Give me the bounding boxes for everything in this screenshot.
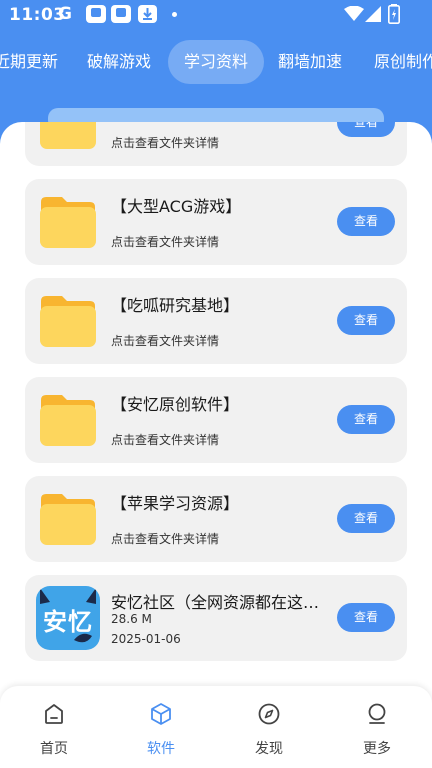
view-button[interactable]: 查看 [337, 504, 395, 533]
file-list: 点击查看文件夹详情 查看 【大型ACG游戏】 点击查看文件夹详情 查看 【吃呱研… [0, 122, 432, 768]
app-logo-icon: 安忆 [36, 586, 100, 650]
app-title: 安忆社区（全网资源都在这里） [111, 593, 333, 612]
nav-more-label: 更多 [363, 741, 391, 757]
profile-icon [368, 703, 386, 724]
download-icon [138, 5, 157, 23]
folder-subtitle: 点击查看文件夹详情 [111, 235, 220, 249]
nav-software[interactable]: 软件 [121, 686, 201, 768]
tab-cracked-games[interactable]: 破解游戏 [87, 40, 151, 84]
nav-home-label: 首页 [40, 741, 68, 757]
app-date: 2025-01-06 [111, 632, 181, 646]
app-notification-icon [111, 5, 131, 23]
tab-recent-updates[interactable]: 近期更新 [0, 40, 58, 84]
folder-title: 【吃呱研究基地】 [111, 296, 240, 315]
bottom-navigation: 首页 软件 发现 更多 [0, 686, 432, 768]
tab-study-materials[interactable]: 学习资料 [168, 40, 265, 84]
nav-software-label: 软件 [147, 741, 175, 757]
folder-card[interactable]: 【吃呱研究基地】 点击查看文件夹详情 查看 [25, 278, 407, 364]
notification-dot-icon [172, 12, 177, 17]
compass-icon [258, 703, 280, 725]
folder-icon [40, 197, 96, 248]
app-card[interactable]: 安忆 安忆社区（全网资源都在这里） 28.6 M 2025-01-06 查看 [25, 575, 407, 661]
app-logo-text: 安忆 [43, 608, 93, 636]
folder-icon [40, 296, 96, 347]
folder-card[interactable]: 【苹果学习资源】 点击查看文件夹详情 查看 [25, 476, 407, 562]
nav-more[interactable]: 更多 [337, 686, 417, 768]
folder-card[interactable]: 【大型ACG游戏】 点击查看文件夹详情 查看 [25, 179, 407, 265]
view-button[interactable]: 查看 [337, 122, 395, 137]
app-notification-icon [86, 5, 106, 23]
status-bar: 11:03 G [0, 0, 432, 30]
folder-icon [40, 122, 96, 149]
battery-icon [388, 4, 400, 24]
folder-card[interactable]: 【安忆原创软件】 点击查看文件夹详情 查看 [25, 377, 407, 463]
app-size: 28.6 M [111, 612, 152, 626]
signal-icon [365, 6, 381, 22]
cube-icon [151, 703, 171, 725]
tab-original-works[interactable]: 原创制作 [374, 40, 432, 84]
nav-discover[interactable]: 发现 [229, 686, 309, 768]
nav-home[interactable]: 首页 [14, 686, 94, 768]
home-icon [45, 704, 63, 724]
folder-title: 【大型ACG游戏】 [111, 197, 242, 216]
folder-subtitle: 点击查看文件夹详情 [111, 433, 220, 447]
folder-card[interactable]: 点击查看文件夹详情 查看 [25, 122, 407, 166]
category-tabs: 近期更新 破解游戏 学习资料 翻墙加速 原创制作 [0, 40, 432, 84]
folder-title: 【苹果学习资源】 [111, 494, 240, 513]
folder-icon [40, 395, 96, 446]
folder-subtitle: 点击查看文件夹详情 [111, 136, 220, 150]
folder-title: 【安忆原创软件】 [111, 395, 240, 414]
view-button[interactable]: 查看 [337, 306, 395, 335]
view-button[interactable]: 查看 [337, 603, 395, 632]
folder-icon [40, 494, 96, 545]
google-icon: G [58, 4, 72, 24]
view-button[interactable]: 查看 [337, 405, 395, 434]
folder-subtitle: 点击查看文件夹详情 [111, 334, 220, 348]
wifi-icon [344, 6, 364, 21]
tab-vpn-acceleration[interactable]: 翻墙加速 [278, 40, 342, 84]
view-button[interactable]: 查看 [337, 207, 395, 236]
nav-discover-label: 发现 [255, 741, 283, 757]
folder-subtitle: 点击查看文件夹详情 [111, 532, 220, 546]
